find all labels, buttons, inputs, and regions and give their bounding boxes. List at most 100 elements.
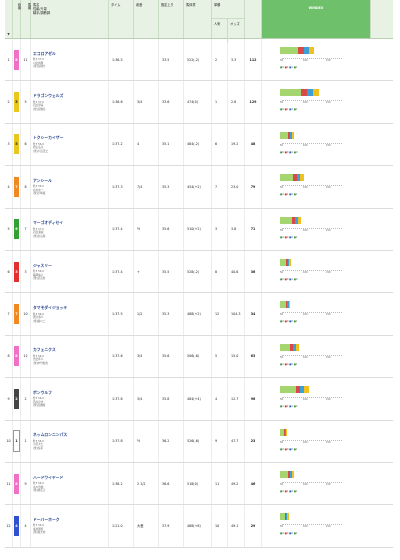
trainer-link[interactable]: (栗)小崎憲 bbox=[33, 192, 45, 196]
horse-name-link[interactable]: ドラゴンウェルズ bbox=[33, 93, 63, 99]
horse-name-link[interactable]: アンシール bbox=[33, 178, 52, 184]
last3f-cell: 33.5 bbox=[159, 39, 184, 81]
trainer-link[interactable]: (栗)谷潔 bbox=[33, 447, 43, 451]
rank-cell: 9 bbox=[5, 378, 13, 420]
horse-name-link[interactable]: ジャスリー bbox=[33, 263, 52, 269]
scale-tick: 100 bbox=[303, 186, 308, 190]
scale-tick: 50 bbox=[280, 482, 284, 486]
horse-name-link[interactable]: トクシーカイザー bbox=[33, 135, 63, 141]
scale-tick: 100 bbox=[303, 355, 308, 359]
header-rank[interactable]: ▼ bbox=[5, 0, 13, 38]
diff-cell: 3/4 bbox=[134, 81, 159, 123]
windex-bar-cell[interactable]: 50 100 150 ■0 ■0 ■0 ■1 bbox=[262, 505, 371, 546]
horse-name-link[interactable]: ネッムロンニンパス bbox=[33, 432, 67, 438]
table-row[interactable]: 4 7 8 アンシール 牝3 56.0 北村友一 (栗)小崎憲 1:37.3 7/4 35.3 45… bbox=[5, 166, 393, 209]
trainer-link[interactable]: (栗)藤川二 bbox=[33, 320, 45, 324]
header-horse[interactable]: 馬名 性齢/斤量 騎手/調教師 bbox=[31, 0, 109, 38]
weight-cell: 484(+4) bbox=[184, 378, 212, 420]
sort-rank-icon[interactable]: ▼ bbox=[7, 32, 9, 36]
table-row[interactable]: 5 6 7 マーゴオディセイ 牡3 57.0 岩田康誠 (栗)杉山晴 1:37.4 ½ 35.6 5… bbox=[5, 208, 393, 251]
table-row[interactable]: 9 2 2 ボンウルフ 牡3 56.0 西村淳也 (栗)高橋義 1:37.8 3/4 35.8 48… bbox=[5, 378, 393, 421]
windex-value: 79 bbox=[245, 166, 262, 208]
header-diff[interactable]: 着差 bbox=[134, 0, 159, 38]
diff-cell: ½ bbox=[134, 420, 159, 462]
time-cell: 1:37.8 bbox=[109, 378, 134, 420]
header-time[interactable]: タイム bbox=[109, 0, 134, 38]
windex-bar-cell[interactable]: 50 100 150 ■2 ■0 ■0 ■1 bbox=[262, 209, 371, 250]
header-index[interactable] bbox=[245, 0, 262, 38]
table-row[interactable]: 1 8 11 エコロアゼル 牝3 57.0 川田将雅 (栗)高柳大 1:36.5 33.5 522… bbox=[5, 39, 393, 82]
windex-bar-cell[interactable]: 50 100 150 ■0 ■1 ■0 ■1 bbox=[262, 463, 371, 504]
odds-cell: 23.0 bbox=[228, 166, 245, 208]
scale-tick: 50 bbox=[280, 59, 284, 62]
trainer-link[interactable]: (栗)中竹和也 bbox=[33, 362, 48, 366]
trainer-link[interactable]: (栗)杉山晴 bbox=[33, 235, 45, 239]
scale-tick: 100 bbox=[303, 482, 308, 486]
windex-bar-cell[interactable]: 50 100 150 ■0 ■0 ■1 ■0 bbox=[262, 251, 371, 292]
table-row[interactable]: 10 1 1 ネッムロンニンパス 牡3 56.0 小沢大仁 (栗)谷潔 1:37.8 ½ 36.2… bbox=[5, 420, 393, 463]
scale-tick: 100 bbox=[303, 440, 308, 444]
header-pop[interactable]: 人気 bbox=[212, 19, 229, 42]
header-odds[interactable]: オッズ bbox=[228, 19, 244, 42]
weight-cell: 474(0) bbox=[184, 81, 212, 123]
trainer-link[interactable]: (栗)武英智 bbox=[33, 277, 45, 281]
windex-bar-cell[interactable]: 50 100 150 ■0 ■0 ■1 ■0 bbox=[262, 124, 371, 165]
horse-name-link[interactable]: タマモダイジョッキ bbox=[33, 305, 67, 311]
windex-bar-cell[interactable]: 50 100 150 ■0 ■0 ■0 ■1 bbox=[262, 421, 371, 462]
diff-cell: 7/4 bbox=[134, 166, 159, 208]
horse-name-link[interactable]: カフェニクス bbox=[33, 347, 56, 353]
trainer-link[interactable]: (栗)高橋亮 bbox=[33, 108, 45, 112]
popularity-cell: 2 bbox=[212, 39, 228, 81]
header-windex[interactable]: WINDEX bbox=[262, 0, 371, 38]
horse-cell: カフェニクス 牡3 56.0 吉田隼人 (栗)中竹和也 bbox=[31, 335, 109, 378]
umaban-cell: 5 bbox=[21, 81, 31, 123]
horse-name-link[interactable]: ボンウルフ bbox=[33, 390, 52, 396]
scale-tick: 100 bbox=[303, 270, 308, 274]
trainer-link[interactable]: (栗)高柳大 bbox=[33, 65, 45, 69]
horse-name-link[interactable]: マーゴオディセイ bbox=[33, 220, 63, 226]
rank-cell: 11 bbox=[5, 462, 13, 505]
table-row[interactable]: 7 7 10 タマモダイジョッキ 牡3 56.0 国分恭介 (栗)藤川二 1:37.5 1/2 3… bbox=[5, 293, 393, 336]
windex-bar-cell[interactable]: 50 100 150 ■5 ■2 ■1 ■1 bbox=[262, 39, 371, 80]
windex-bar-cell[interactable]: 50 100 150 ■1 ■2 ■1 ■2 bbox=[262, 378, 371, 419]
windex-scale bbox=[282, 481, 342, 483]
trainer-link[interactable]: (栗)高橋義 bbox=[33, 404, 45, 408]
horse-name-link[interactable]: ハードワイヤード bbox=[33, 475, 63, 481]
odds-cell: 2.8 bbox=[228, 81, 245, 123]
header-weight[interactable]: 馬体重 bbox=[184, 0, 212, 38]
scale-tick: 100 bbox=[303, 398, 308, 402]
waku-cell: 1 bbox=[13, 420, 21, 462]
windex-scale bbox=[282, 439, 342, 441]
table-row[interactable]: 8 8 12 カフェニクス 牡3 56.0 吉田隼人 (栗)中竹和也 1:37.6 3/4 35.… bbox=[5, 335, 393, 379]
header-waku[interactable]: 枠番 bbox=[13, 0, 21, 38]
weight-cell: 510(+2) bbox=[184, 208, 212, 250]
waku-badge: 2 bbox=[14, 388, 19, 409]
horse-cell: ハードワイヤード 牡3 56.0 古川奈穂 (栗)蛯名正 bbox=[31, 462, 109, 505]
weight-cell: 488(+8) bbox=[184, 505, 212, 547]
windex-bar-cell[interactable]: 50 100 150 ■1 ■0 ■0 ■1 bbox=[262, 336, 371, 377]
windex-scale bbox=[282, 185, 342, 187]
table-row[interactable]: 11 8 9 ハードワイヤード 牡3 56.0 古川奈穂 (栗)蛯名正 1:38.2 2 1/2… bbox=[5, 462, 393, 506]
odds-cell: 19.2 bbox=[228, 123, 245, 166]
windex-value: 112 bbox=[245, 39, 262, 81]
header-last3f[interactable]: 推定上り bbox=[159, 0, 184, 38]
trainer-link[interactable]: (栗)森大内 bbox=[33, 531, 45, 535]
diff-cell: ½ bbox=[134, 208, 159, 250]
table-row[interactable]: 12 4 4 ドーバーホーク 牡3 56.0 坂井瑠星 (栗)森大内 1:21.0 大差 37.9… bbox=[5, 505, 393, 548]
diff-cell: 1/2 bbox=[134, 293, 159, 335]
windex-bar bbox=[280, 47, 314, 54]
table-body: 1 8 11 エコロアゼル 牝3 57.0 川田将雅 (栗)高柳大 1:36.5 33.5 522… bbox=[5, 39, 393, 548]
windex-bar-cell[interactable]: 50 100 150 ■6 ■1 ■3 ■1 bbox=[262, 81, 371, 122]
windex-bar-cell[interactable]: 50 100 150 ■0 ■0 ■0 ■1 bbox=[262, 293, 371, 334]
table-row[interactable]: 2 5 5 ドラゴンウェルズ 牡3 57.0 岩田望来 (栗)高橋亮 1:36.6 3/4 33.… bbox=[5, 81, 393, 124]
horse-name-link[interactable]: ドーバーホーク bbox=[33, 517, 60, 523]
diff-cell: + bbox=[134, 250, 159, 293]
header-umaban[interactable]: 馬番 bbox=[21, 0, 31, 38]
windex-bar-cell[interactable]: 50 100 150 ■2 ■1 ■0 ■1 bbox=[262, 166, 371, 207]
table-row[interactable]: 3 5 6 トクシーカイザー 牡3 56.0 松山弘平 (栗)小島茂之 1:37.2 4 35.1… bbox=[5, 123, 393, 167]
trainer-link[interactable]: (栗)小島茂之 bbox=[33, 150, 48, 154]
trainer-link[interactable]: (栗)蛯名正 bbox=[33, 489, 45, 493]
horse-name-link[interactable]: エコロアゼル bbox=[33, 51, 56, 57]
windex-bar bbox=[280, 513, 289, 521]
table-row[interactable]: 6 3 3 ジャスリー 牡3 56.0 藤岡佑介 (栗)武英智 1:37.4 +35.5 528(… bbox=[5, 250, 393, 294]
